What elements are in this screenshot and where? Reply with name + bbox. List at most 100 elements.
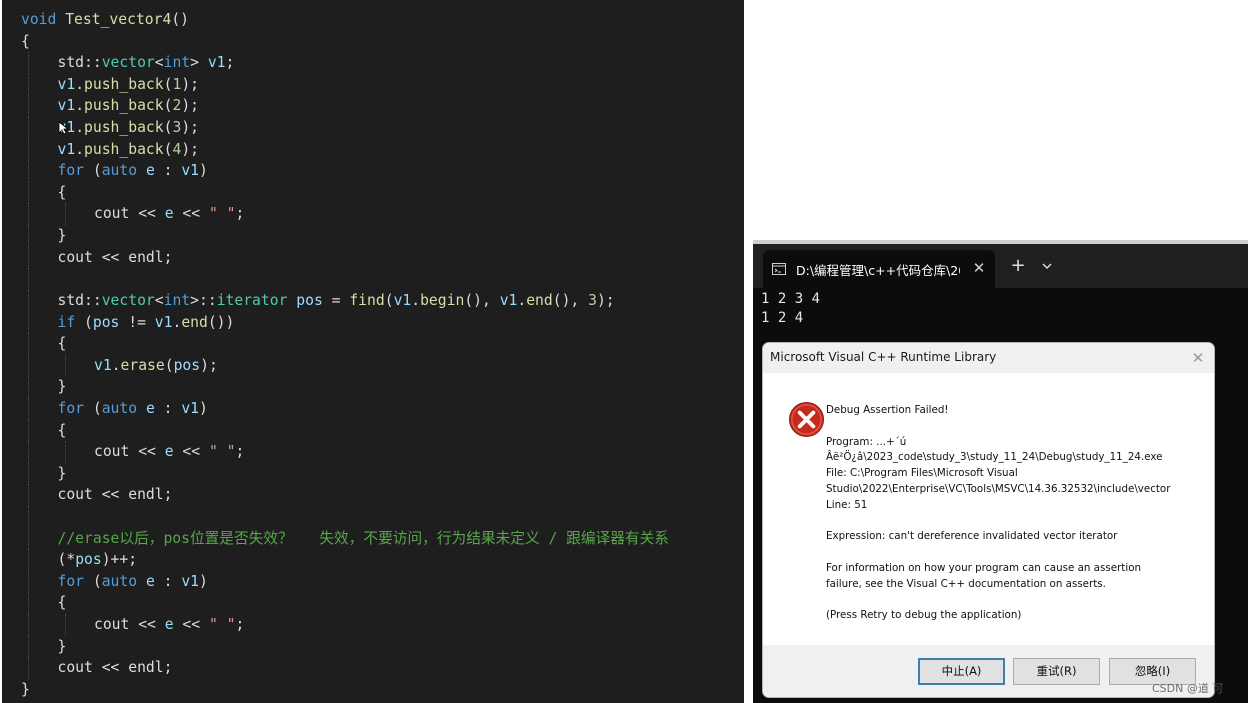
code-token: auto	[101, 162, 138, 180]
code-token: begin	[420, 291, 465, 309]
retry-button[interactable]: 重试(R)	[1013, 658, 1100, 685]
code-text: }	[58, 376, 67, 398]
code-token: <	[154, 291, 164, 309]
dialog-close-icon[interactable]: ✕	[1189, 349, 1207, 367]
code-text: cout << endl;	[58, 657, 173, 679]
code-text: cout << endl;	[58, 484, 173, 506]
indent-guide	[28, 614, 29, 636]
code-token: );	[181, 75, 199, 93]
code-token: v1	[207, 54, 226, 72]
code-token: std::	[57, 54, 102, 72]
code-token: :	[154, 162, 182, 180]
indent-guide	[28, 549, 29, 571]
dialog-titlebar[interactable]: Microsoft Visual C++ Runtime Library ✕	[763, 343, 1214, 373]
indent-guide	[28, 657, 29, 679]
code-token: v1	[94, 356, 112, 374]
code-token: {	[57, 421, 67, 439]
code-token: .	[75, 119, 85, 137]
code-token: .	[172, 313, 182, 331]
code-text: for (auto e : v1)	[58, 160, 208, 182]
dialog-footer: 中止(A) 重试(R) 忽略(I)	[763, 645, 1214, 697]
code-text: }	[58, 463, 67, 485]
code-token: cout << endl;	[57, 486, 173, 504]
code-text: v1.push_back(1);	[58, 74, 200, 96]
assertion-dialog: Microsoft Visual C++ Runtime Library ✕ D…	[762, 342, 1215, 698]
code-token: v1	[154, 313, 173, 331]
code-token: 3	[588, 291, 597, 309]
indent-guide	[28, 592, 29, 615]
code-token: (	[384, 291, 394, 309]
code-token: e	[145, 399, 155, 417]
abort-button[interactable]: 中止(A)	[918, 658, 1005, 685]
code-token: end	[181, 313, 208, 331]
indent-guide	[28, 117, 29, 139]
code-token: vector	[101, 54, 155, 72]
code-token: " "	[208, 616, 236, 634]
indent-guide	[28, 138, 29, 161]
code-token: Test_vector4	[65, 11, 172, 28]
code-token: }	[57, 637, 67, 655]
code-token: =	[322, 291, 350, 309]
indent-guide	[64, 441, 66, 463]
code-token: e	[145, 572, 155, 590]
code-token: v1	[57, 140, 76, 158]
indent-guide	[64, 203, 66, 226]
code-token: cout <<	[94, 616, 165, 634]
code-token: );	[181, 140, 199, 158]
code-token: cout << endl;	[57, 248, 173, 266]
code-token: v1	[57, 75, 76, 93]
new-tab-button[interactable]: +	[1009, 257, 1027, 275]
code-token: }	[21, 680, 30, 698]
code-token: (	[84, 162, 102, 180]
code-token: );	[596, 291, 615, 309]
code-token: 4	[172, 140, 182, 158]
console-tab[interactable]: D:\编程管理\c++代码仓库\202 ✕	[763, 250, 995, 288]
code-token: {	[57, 594, 67, 612]
code-token: 3	[172, 119, 182, 137]
code-text: cout << endl;	[58, 247, 173, 269]
code-text: //erase以后，pos位置是否失效？ 失效，不要访问，行为结果未定义 / 跟…	[58, 528, 669, 550]
code-text: }	[21, 679, 30, 701]
code-token: >	[190, 54, 208, 72]
indent-guide	[28, 268, 29, 290]
code-token: :	[154, 572, 182, 590]
code-token: e	[164, 205, 174, 223]
terminal-icon	[772, 263, 786, 275]
code-token: (	[84, 572, 102, 590]
code-token: <<	[173, 205, 209, 223]
code-text: cout << e << " ";	[94, 203, 244, 225]
code-token: auto	[101, 572, 138, 590]
dialog-message: Debug Assertion Failed! Program: ...+´ú …	[826, 403, 1211, 624]
code-text: for (auto e : v1)	[58, 398, 208, 420]
indent-guide	[28, 635, 29, 658]
code-text: for (auto e : v1)	[58, 571, 208, 593]
code-editor[interactable]: void Test_vector4(){std::vector<int> v1;…	[2, 0, 744, 703]
code-token: erase	[120, 356, 165, 374]
code-token: for	[57, 162, 85, 180]
code-token: int	[163, 54, 191, 72]
chevron-down-icon[interactable]	[1040, 259, 1054, 273]
mouse-pointer-icon	[58, 121, 70, 135]
dialog-title: Microsoft Visual C++ Runtime Library	[770, 350, 997, 364]
code-token: " "	[208, 205, 236, 223]
assertion-expression: Expression: can't dereference invalidate…	[826, 530, 1118, 543]
code-token: )	[199, 162, 208, 180]
program-path: Âë²Ö¿â\2023_code\study_3\study_11_24\Deb…	[826, 451, 1163, 464]
code-token: (	[164, 356, 174, 374]
tab-close-icon[interactable]: ✕	[971, 259, 987, 277]
info-text-line: For information on how your program can …	[826, 561, 1142, 574]
code-token: .	[517, 291, 527, 309]
code-text: v1.push_back(4);	[58, 139, 200, 161]
code-token: );	[181, 119, 199, 137]
indent-guide	[28, 397, 29, 420]
code-token: v1	[393, 291, 412, 309]
console-tab-title: D:\编程管理\c++代码仓库\202	[796, 263, 960, 278]
code-token: auto	[101, 399, 138, 417]
code-text: {	[21, 31, 30, 53]
code-token: (	[84, 399, 102, 417]
code-token: push_back	[84, 97, 164, 115]
indent-guide	[28, 376, 29, 398]
code-token: if	[57, 313, 76, 331]
code-token: .	[75, 97, 85, 115]
